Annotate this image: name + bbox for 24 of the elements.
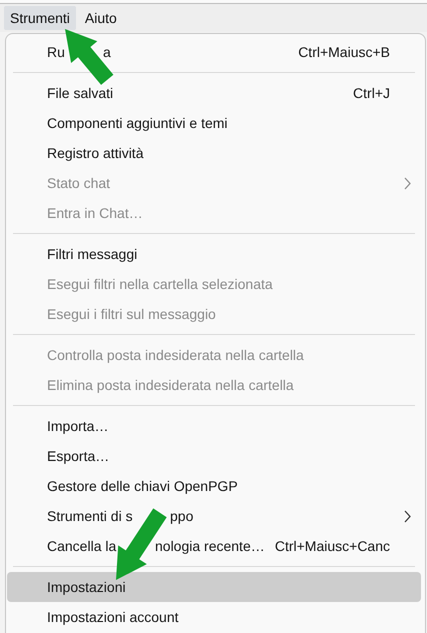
menu-item-label: ppo — [170, 506, 194, 526]
menu-item-label: Strumenti di s — [47, 506, 134, 526]
arrow-icon — [65, 29, 114, 85]
menu-item[interactable]: Esporta… — [6, 441, 425, 471]
menu-item-label: Cancella la — [47, 536, 118, 556]
menu-item-label: nologia recente… — [155, 536, 265, 556]
menu-item[interactable]: Ru a Ctrl+Maiusc+B — [6, 37, 425, 67]
menu-item[interactable]: Filtri messaggi — [6, 239, 425, 269]
menu-item[interactable]: Registro attività — [6, 138, 425, 168]
menu-item[interactable]: File salvati Ctrl+J — [6, 78, 425, 108]
menu-item[interactable]: Impostazioni — [7, 572, 421, 602]
menu-item[interactable]: Strumenti di s ppo — [6, 501, 425, 531]
menubar-item[interactable]: Aiuto — [78, 6, 123, 30]
menubar-item[interactable]: Strumenti — [4, 6, 76, 30]
menu-item[interactable]: Impostazioni account — [6, 602, 425, 632]
menu-item[interactable]: Importa… — [6, 411, 425, 441]
menu-item[interactable]: Gestore delle chiavi OpenPGP — [6, 471, 425, 501]
menu-item-label: Ru — [47, 42, 66, 62]
shortcut-label: Ctrl+J — [353, 84, 390, 102]
shortcut-label: Ctrl+Maiusc+B — [298, 42, 390, 62]
menu-item[interactable]: Componenti aggiuntivi e temi — [6, 108, 425, 138]
shortcut-label: Ctrl+Maiusc+Canc — [274, 536, 390, 556]
menu-item-label: a — [103, 42, 111, 62]
menu-item[interactable]: Cancella la nologia recente… Ctrl+Maiusc+Canc — [6, 531, 425, 561]
